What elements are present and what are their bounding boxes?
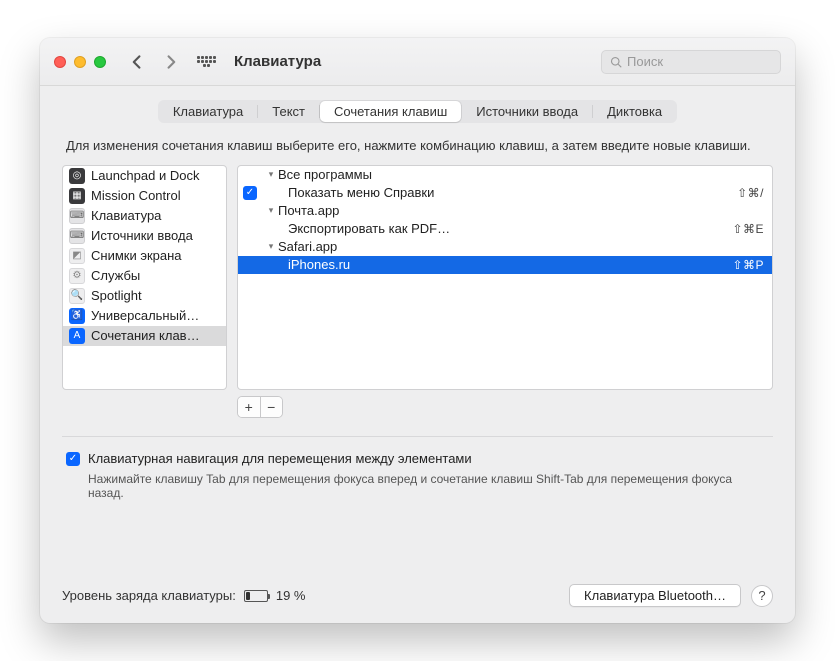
- divider: [62, 436, 773, 437]
- window-controls: [54, 56, 106, 68]
- tab-input-sources[interactable]: Источники ввода: [462, 101, 592, 122]
- back-button[interactable]: [126, 50, 150, 74]
- sidebar-item-label: Источники ввода: [91, 228, 193, 243]
- spotlight-icon: 🔍: [69, 288, 85, 304]
- sidebar-item-services[interactable]: ⚙ Службы: [63, 266, 226, 286]
- sidebar-item-label: Сочетания клав…: [91, 328, 200, 343]
- sidebar-item-label: Spotlight: [91, 288, 142, 303]
- sidebar-item-mission-control[interactable]: ▦ Mission Control: [63, 186, 226, 206]
- close-icon[interactable]: [54, 56, 66, 68]
- add-button[interactable]: +: [238, 397, 260, 417]
- remove-button[interactable]: −: [260, 397, 283, 417]
- tab-keyboard[interactable]: Клавиатура: [159, 101, 257, 122]
- panes: ◎ Launchpad и Dock ▦ Mission Control ⌨ К…: [62, 165, 773, 390]
- list-item[interactable]: Экспортировать как PDF… ⇧⌘E: [238, 220, 772, 238]
- tab-shortcuts[interactable]: Сочетания клавиш: [320, 101, 461, 122]
- input-sources-icon: ⌨: [69, 228, 85, 244]
- battery-label: Уровень заряда клавиатуры:: [62, 588, 236, 603]
- shortcut-keys[interactable]: ⇧⌘/: [737, 186, 764, 200]
- sidebar-item-label: Снимки экрана: [91, 248, 182, 263]
- shortcut-keys[interactable]: ⇧⌘E: [732, 222, 764, 236]
- help-button[interactable]: ?: [751, 585, 773, 607]
- segmented-control: Клавиатура Текст Сочетания клавиш Источн…: [158, 100, 677, 123]
- mission-control-icon: ▦: [69, 188, 85, 204]
- keyboard-navigation-checkbox[interactable]: [66, 452, 80, 466]
- sidebar-item-accessibility[interactable]: ♿ Универсальный…: [63, 306, 226, 326]
- enable-checkbox[interactable]: [243, 186, 257, 200]
- disclosure-triangle-icon[interactable]: ▾: [266, 169, 276, 180]
- tab-dictation[interactable]: Диктовка: [593, 101, 676, 122]
- option-label: Клавиатурная навигация для перемещения м…: [88, 451, 472, 466]
- shortcut-list[interactable]: ▾ Все программы Показать меню Справки ⇧⌘…: [237, 165, 773, 390]
- list-item[interactable]: Показать меню Справки ⇧⌘/: [238, 184, 772, 202]
- group-all-apps[interactable]: ▾ Все программы: [238, 166, 772, 184]
- tab-bar: Клавиатура Текст Сочетания клавиш Источн…: [62, 100, 773, 123]
- category-sidebar[interactable]: ◎ Launchpad и Dock ▦ Mission Control ⌨ К…: [62, 165, 227, 390]
- content-area: Клавиатура Текст Сочетания клавиш Источн…: [40, 86, 795, 623]
- sidebar-item-label: Универсальный…: [91, 308, 199, 323]
- shortcut-keys[interactable]: ⇧⌘P: [732, 258, 764, 272]
- forward-button[interactable]: [158, 50, 182, 74]
- search-placeholder: Поиск: [627, 54, 663, 69]
- screenshots-icon: ◩: [69, 248, 85, 264]
- disclosure-triangle-icon[interactable]: ▾: [266, 205, 276, 216]
- services-icon: ⚙: [69, 268, 85, 284]
- sidebar-item-launchpad[interactable]: ◎ Launchpad и Dock: [63, 166, 226, 186]
- search-icon: [610, 56, 622, 68]
- tab-text[interactable]: Текст: [258, 101, 319, 122]
- disclosure-triangle-icon[interactable]: ▾: [266, 241, 276, 252]
- list-item[interactable]: iPhones.ru ⇧⌘P: [238, 256, 772, 274]
- battery-icon: [244, 590, 268, 602]
- minimize-icon[interactable]: [74, 56, 86, 68]
- bluetooth-keyboard-button[interactable]: Клавиатура Bluetooth…: [569, 584, 741, 607]
- sidebar-item-label: Mission Control: [91, 188, 181, 203]
- battery-percent: 19 %: [276, 588, 306, 603]
- group-safari[interactable]: ▾ Safari.app: [238, 238, 772, 256]
- keyboard-icon: ⌨: [69, 208, 85, 224]
- zoom-icon[interactable]: [94, 56, 106, 68]
- sidebar-item-input-sources[interactable]: ⌨ Источники ввода: [63, 226, 226, 246]
- show-all-icon[interactable]: [196, 52, 216, 72]
- launchpad-icon: ◎: [69, 168, 85, 184]
- window-title: Клавиатура: [234, 53, 321, 70]
- add-remove-control: + −: [237, 396, 283, 418]
- sidebar-item-keyboard[interactable]: ⌨ Клавиатура: [63, 206, 226, 226]
- sidebar-item-screenshots[interactable]: ◩ Снимки экрана: [63, 246, 226, 266]
- group-mail[interactable]: ▾ Почта.app: [238, 202, 772, 220]
- keyboard-navigation-option: Клавиатурная навигация для перемещения м…: [62, 451, 773, 466]
- option-description: Нажимайте клавишу Tab для перемещения фо…: [88, 472, 769, 500]
- sidebar-item-label: Клавиатура: [91, 208, 161, 223]
- titlebar: Клавиатура Поиск: [40, 38, 795, 86]
- sidebar-item-app-shortcuts[interactable]: A Сочетания клав…: [63, 326, 226, 346]
- sidebar-item-spotlight[interactable]: 🔍 Spotlight: [63, 286, 226, 306]
- accessibility-icon: ♿: [69, 308, 85, 324]
- sidebar-item-label: Launchpad и Dock: [91, 168, 199, 183]
- system-preferences-window: Клавиатура Поиск Клавиатура Текст Сочета…: [40, 38, 795, 623]
- search-input[interactable]: Поиск: [601, 50, 781, 74]
- app-shortcuts-icon: A: [69, 328, 85, 344]
- keyboard-battery: Уровень заряда клавиатуры: 19 %: [62, 588, 305, 603]
- sidebar-item-label: Службы: [91, 268, 140, 283]
- instruction-text: Для изменения сочетания клавиш выберите …: [66, 137, 769, 155]
- footer: Уровень заряда клавиатуры: 19 % Клавиату…: [62, 570, 773, 607]
